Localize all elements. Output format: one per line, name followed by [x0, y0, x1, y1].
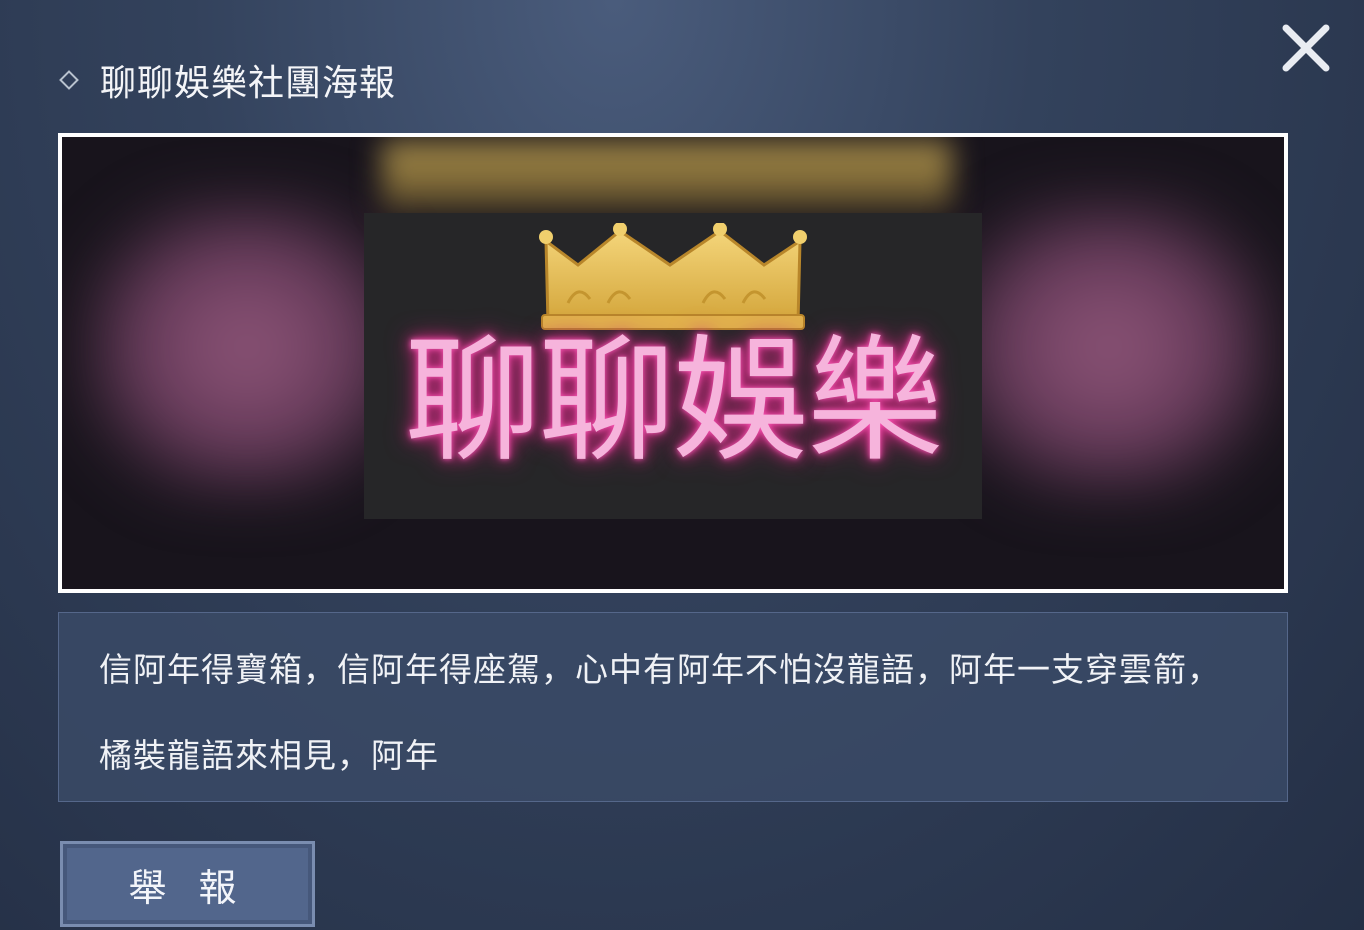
dialog-title: 聊聊娛樂社團海報	[100, 63, 397, 104]
report-button[interactable]: 舉 報	[60, 841, 315, 927]
poster-right-glow	[944, 197, 1274, 497]
poster-top-glow	[382, 141, 952, 221]
description-text: 信阿年得寶箱，信阿年得座駕，心中有阿年不怕沒龍語，阿年一支穿雲箭，橘裝龍語來相見…	[99, 650, 1221, 775]
close-icon	[1282, 24, 1330, 72]
poster-left-glow	[82, 197, 412, 497]
description-box: 信阿年得寶箱，信阿年得座駕，心中有阿年不怕沒龍語，阿年一支穿雲箭，橘裝龍語來相見…	[58, 612, 1288, 802]
dialog-header: 聊聊娛樂社團海報	[58, 52, 396, 108]
club-poster: 聊聊娛樂	[58, 133, 1288, 593]
diamond-bullet-icon	[59, 70, 79, 90]
poster-neon-title: 聊聊娛樂	[405, 323, 943, 481]
close-button[interactable]	[1276, 20, 1336, 76]
report-button-label: 舉 報	[128, 865, 247, 910]
crown-icon	[539, 223, 807, 330]
